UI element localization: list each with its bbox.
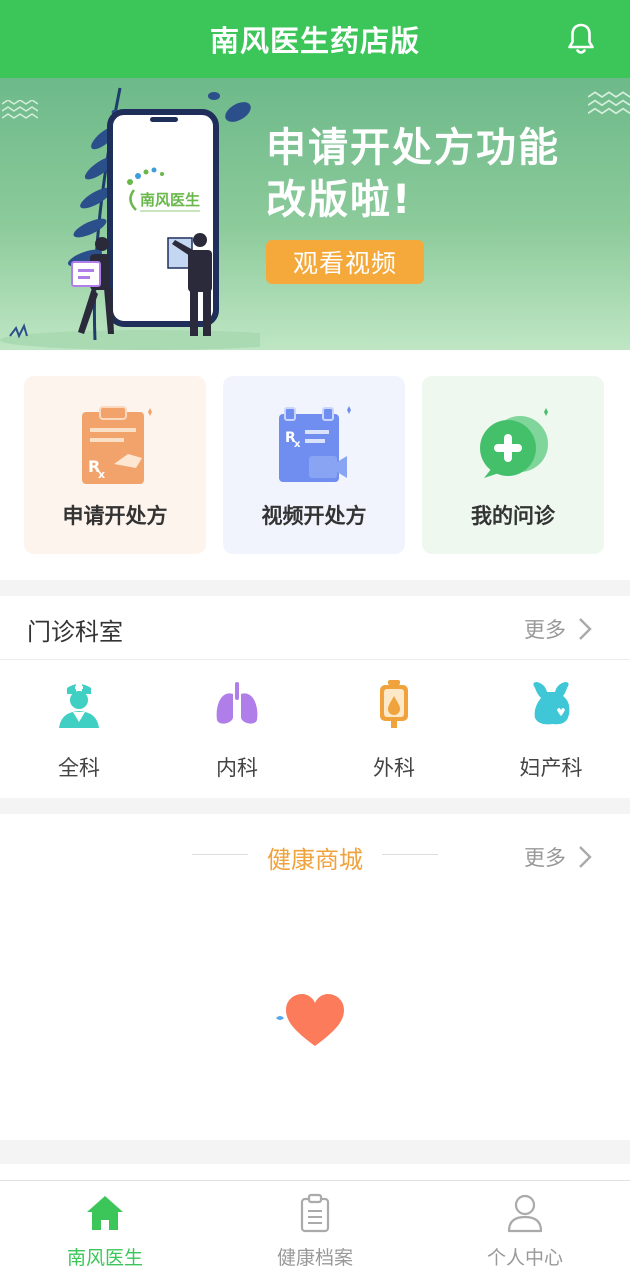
uterus-icon [533,682,570,725]
chevron-right-icon [579,846,592,868]
banner-headline-line2: 改版啦! [266,177,413,223]
logo-text: 南风医生 [140,191,200,209]
home-icon [87,1196,123,1230]
spacer [0,1164,630,1180]
dept-internal-label: 内科 [216,756,258,780]
departments-more-link[interactable]: 更多 [524,614,592,644]
my-consultations-card[interactable]: 我的问诊 [422,376,604,554]
chevron-right-icon [579,618,592,640]
page-title: 南风医生药店版 [209,24,420,58]
doctor-icon [59,684,99,728]
dept-surgery[interactable]: 外科 [329,678,459,788]
departments-header: 门诊科室 更多 [0,596,630,660]
my-consultations-label: 我的问诊 [471,504,555,528]
svg-text:x: x [294,439,301,450]
tab-health-records-label: 健康档案 [276,1247,353,1269]
app-screen: 南风医生药店版 南风医生 申请开处方功能 改版啦! 观看视频 R x 申请开处方… [0,0,630,1280]
more-label: 更多 [524,618,566,642]
dept-general[interactable]: 全科 [14,678,144,788]
departments-title: 门诊科室 [27,618,123,646]
svg-text:x: x [98,468,105,481]
heart-icon [276,994,344,1046]
wave-decoration-icon [588,91,630,115]
mall-more-link[interactable]: 更多 [524,842,592,872]
bell-icon[interactable] [566,22,596,56]
phone-illustration: 南风医生 [0,87,260,350]
banner-headline: 申请开处方功能 改版啦! [266,122,606,226]
clipboard-icon [300,1193,330,1233]
health-mall-section: 健康商城 更多 [0,814,630,1140]
tab-home-label: 南风医生 [66,1247,143,1269]
promo-banner[interactable]: 南风医生 申请开处方功能 改版啦! 观看视频 [0,78,630,350]
dept-internal[interactable]: 内科 [172,678,302,788]
tab-profile[interactable]: 个人中心 [445,1193,605,1273]
prescription-clipboard-icon: R x [82,406,152,484]
person-icon [507,1194,543,1233]
lungs-icon [216,682,258,724]
tab-health-records[interactable]: 健康档案 [235,1193,395,1273]
banner-headline-line1: 申请开处方功能 [266,125,560,171]
dept-surgery-label: 外科 [373,756,415,780]
dept-obstetrics-label: 妇产科 [519,756,583,780]
apply-prescription-card[interactable]: R x 申请开处方 [24,376,206,554]
video-prescription-icon: R x [279,406,351,482]
video-prescription-label: 视频开处方 [261,504,367,528]
top-bar: 南风医生药店版 [0,0,630,78]
tab-profile-label: 个人中心 [486,1247,563,1269]
apply-prescription-label: 申请开处方 [62,504,168,528]
video-prescription-card[interactable]: R x 视频开处方 [223,376,405,554]
chat-bubbles-icon [480,408,548,478]
quick-actions: R x 申请开处方 R x 视频开处方 我的问诊 [0,350,630,580]
tab-home[interactable]: 南风医生 [25,1193,185,1273]
more-label: 更多 [524,846,566,870]
iv-bag-icon [380,680,408,728]
bottom-tab-bar: 南风医生 健康档案 个人中心 [0,1180,630,1280]
dept-general-label: 全科 [58,756,100,780]
dept-obstetrics[interactable]: 妇产科 [486,678,616,788]
departments-section: 门诊科室 更多 全科 内科 外科 妇产科 [0,596,630,798]
watch-video-button[interactable]: 观看视频 [266,240,424,284]
